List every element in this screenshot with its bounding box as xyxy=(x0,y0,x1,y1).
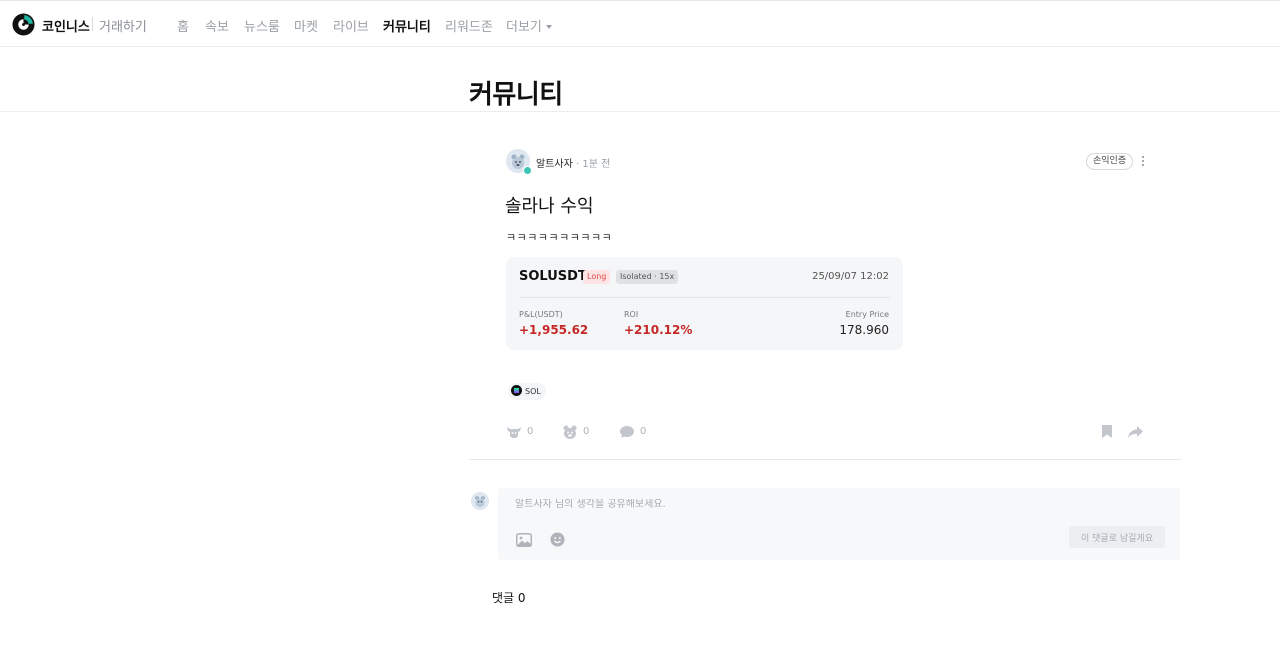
author-name[interactable]: 알트사자 xyxy=(536,159,573,170)
entry-price-label: Entry Price xyxy=(845,310,889,319)
brand-name[interactable]: 코인니스 xyxy=(42,16,90,35)
nav-item-rewards[interactable]: 리워드존 xyxy=(445,16,493,35)
trade-pnl-card: SOLUSDT Long Isolated · 15x 25/09/07 12:… xyxy=(506,257,903,350)
roi-label: ROI xyxy=(624,310,639,319)
comments-header: 댓글 0 xyxy=(492,591,526,605)
title-divider xyxy=(0,111,1280,112)
bear-count: 0 xyxy=(583,426,590,437)
bear-avatar-icon xyxy=(471,492,489,510)
trade-symbol: SOLUSDT xyxy=(519,269,587,284)
commenter-avatar xyxy=(471,492,489,510)
post-title: 솔라나 수익 xyxy=(505,196,594,217)
bear-icon[interactable] xyxy=(562,424,578,440)
bull-count: 0 xyxy=(527,426,534,437)
verified-badge-icon xyxy=(523,166,532,175)
coinness-logo-icon[interactable] xyxy=(12,13,35,36)
comment-icon[interactable] xyxy=(619,424,635,440)
comment-input[interactable] xyxy=(515,499,1115,510)
page-title: 커뮤니티 xyxy=(469,80,563,110)
margin-mode-badge: Isolated · 15x xyxy=(616,270,679,284)
nav-item-more[interactable]: 더보기 xyxy=(506,16,552,35)
comment-composer: 이 댓글로 남길게요 xyxy=(498,488,1180,560)
top-navigation: 코인니스 거래하기 홈 속보 뉴스룸 마켓 라이브 커뮤니티 리워드존 더보기 xyxy=(0,0,1280,47)
post-time: · 1분 전 xyxy=(576,159,611,170)
bookmark-icon[interactable] xyxy=(1101,424,1113,439)
solana-icon xyxy=(511,385,522,396)
position-side-badge: Long xyxy=(583,270,611,284)
kebab-icon[interactable] xyxy=(1139,154,1147,168)
coin-tag-label: SOL xyxy=(525,387,541,396)
coin-tag-chip[interactable]: SOL xyxy=(508,383,546,400)
nav-item-market[interactable]: 마켓 xyxy=(294,16,318,35)
nav-item-community[interactable]: 커뮤니티 xyxy=(383,16,431,35)
submit-comment-button[interactable]: 이 댓글로 남길게요 xyxy=(1069,526,1165,548)
nav-item-home[interactable]: 홈 xyxy=(177,16,189,35)
pnl-value: +1,955.62 xyxy=(519,323,589,337)
chevron-down-icon xyxy=(545,24,552,29)
nav-item-newsroom[interactable]: 뉴스룸 xyxy=(244,16,280,35)
nav-item-breaking[interactable]: 속보 xyxy=(205,16,229,35)
post-category-tag[interactable]: 손익인증 xyxy=(1086,153,1134,170)
trade-date: 25/09/07 12:02 xyxy=(812,271,889,282)
share-icon[interactable] xyxy=(1127,425,1144,439)
entry-price-value: 178.960 xyxy=(839,323,889,337)
post-meta: 알트사자 · 1분 전 xyxy=(536,155,610,170)
post-divider xyxy=(469,459,1181,460)
emoji-icon[interactable] xyxy=(550,532,565,547)
post-body: ㅋㅋㅋㅋㅋㅋㅋㅋㅋㅋ xyxy=(506,231,613,244)
nav-item-live[interactable]: 라이브 xyxy=(333,16,369,35)
pnl-label: P&L(USDT) xyxy=(519,310,563,319)
trade-link[interactable]: 거래하기 xyxy=(99,16,147,35)
nav-more-label: 더보기 xyxy=(506,20,542,35)
image-icon[interactable] xyxy=(516,533,532,547)
card-divider xyxy=(519,297,890,298)
roi-value: +210.12% xyxy=(624,323,693,337)
comment-count-inline: 0 xyxy=(640,426,647,437)
bull-icon[interactable] xyxy=(506,424,522,440)
brand-divider xyxy=(92,17,93,31)
